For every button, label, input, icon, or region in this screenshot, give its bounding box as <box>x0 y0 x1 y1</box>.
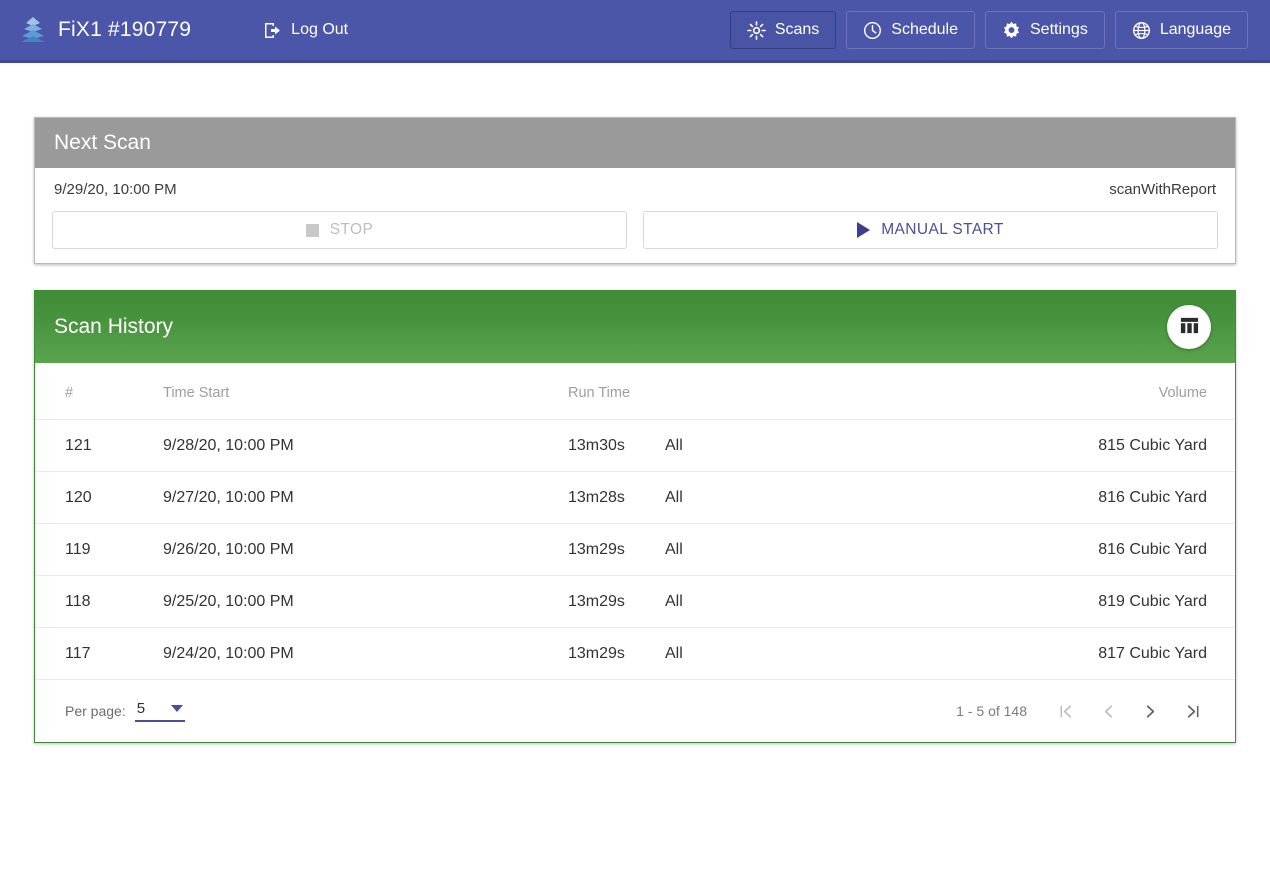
cell-time-start: 9/25/20, 10:00 PM <box>163 575 568 628</box>
nav-button-settings[interactable]: Settings <box>985 11 1105 49</box>
per-page-value: 5 <box>136 700 146 717</box>
scan-history-card: Scan History # Time Start Run Time Volum… <box>34 290 1236 743</box>
previous-page-button[interactable] <box>1089 692 1127 730</box>
top-app-bar: FiX1 #190779 Log Out Scans Schedule Sett… <box>0 0 1270 63</box>
nav-button-scans[interactable]: Scans <box>729 11 837 49</box>
next-page-button[interactable] <box>1131 692 1169 730</box>
next-scan-type: scanWithReport <box>1109 181 1216 198</box>
nav-label-language: Language <box>1159 21 1231 38</box>
next-page-icon <box>1142 703 1159 720</box>
cell-time-start: 9/28/20, 10:00 PM <box>163 419 568 472</box>
stop-square-icon <box>305 223 319 237</box>
scan-history-header: Scan History <box>35 291 1235 363</box>
table-header-row: # Time Start Run Time Volume <box>35 363 1235 420</box>
logout-label: Log Out <box>291 21 349 38</box>
globe-icon <box>1132 21 1151 40</box>
nav-label-settings: Settings <box>1030 21 1088 38</box>
brand: FiX1 #190779 <box>20 16 191 44</box>
columns-settings-button[interactable] <box>1167 305 1211 349</box>
prev-page-icon <box>1100 703 1117 720</box>
table-columns-icon <box>1179 315 1200 339</box>
cell-scope: All <box>665 419 965 472</box>
per-page-label: Per page: <box>65 703 126 719</box>
page-content: Next Scan 9/29/20, 10:00 PM scanWithRepo… <box>0 117 1270 743</box>
cell-volume: 815 Cubic Yard <box>965 419 1235 472</box>
column-header-scope <box>665 363 965 420</box>
cell-number: 121 <box>35 419 163 472</box>
cell-volume: 817 Cubic Yard <box>965 627 1235 680</box>
cell-scope: All <box>665 627 965 680</box>
next-scan-body: 9/29/20, 10:00 PM scanWithReport STOP MA… <box>35 168 1235 263</box>
cell-volume: 816 Cubic Yard <box>965 471 1235 524</box>
paginator: Per page: 5 1 - 5 of 148 <box>35 680 1235 742</box>
stop-button-label: STOP <box>329 221 374 238</box>
scan-burst-icon <box>746 20 766 40</box>
per-page-control: Per page: 5 <box>65 700 186 722</box>
table-row[interactable]: 121 9/28/20, 10:00 PM 13m30s All 815 Cub… <box>35 419 1235 472</box>
logout-icon <box>263 21 282 40</box>
first-page-icon <box>1058 703 1075 720</box>
cell-number: 117 <box>35 627 163 680</box>
manual-start-button-label: MANUAL START <box>881 221 1004 238</box>
nav-label-schedule: Schedule <box>891 21 958 38</box>
table-row[interactable]: 117 9/24/20, 10:00 PM 13m29s All 817 Cub… <box>35 627 1235 680</box>
stop-button[interactable]: STOP <box>52 211 627 249</box>
chevron-down-icon <box>171 705 184 712</box>
table-row[interactable]: 118 9/25/20, 10:00 PM 13m29s All 819 Cub… <box>35 575 1235 628</box>
cell-run-time: 13m29s <box>568 575 665 628</box>
nav-button-schedule[interactable]: Schedule <box>846 11 975 49</box>
cell-time-start: 9/24/20, 10:00 PM <box>163 627 568 680</box>
table-row[interactable]: 120 9/27/20, 10:00 PM 13m28s All 816 Cub… <box>35 471 1235 524</box>
cell-scope: All <box>665 575 965 628</box>
next-scan-datetime: 9/29/20, 10:00 PM <box>54 181 177 198</box>
scan-history-table: # Time Start Run Time Volume 121 9/28/20… <box>35 363 1235 680</box>
main-navigation: Scans Schedule Settings Language <box>729 11 1248 49</box>
next-scan-card: Next Scan 9/29/20, 10:00 PM scanWithRepo… <box>34 117 1236 264</box>
clock-icon <box>863 21 882 40</box>
last-page-icon <box>1184 703 1201 720</box>
cell-number: 118 <box>35 575 163 628</box>
cell-volume: 816 Cubic Yard <box>965 523 1235 576</box>
table-row[interactable]: 119 9/26/20, 10:00 PM 13m29s All 816 Cub… <box>35 523 1235 576</box>
cell-run-time: 13m29s <box>568 627 665 680</box>
next-scan-title: Next Scan <box>54 131 151 154</box>
cell-time-start: 9/26/20, 10:00 PM <box>163 523 568 576</box>
cell-scope: All <box>665 523 965 576</box>
scan-history-title: Scan History <box>54 315 174 338</box>
column-header-run-time: Run Time <box>568 363 665 420</box>
scan-history-body: # Time Start Run Time Volume 121 9/28/20… <box>35 363 1235 742</box>
nav-label-scans: Scans <box>774 21 820 38</box>
cell-number: 119 <box>35 523 163 576</box>
column-header-number: # <box>35 363 163 420</box>
next-scan-info-row: 9/29/20, 10:00 PM scanWithReport <box>52 180 1218 198</box>
manual-start-button[interactable]: MANUAL START <box>643 211 1218 249</box>
cell-run-time: 13m28s <box>568 471 665 524</box>
stacked-layers-logo-icon <box>20 16 46 44</box>
table-body: 121 9/28/20, 10:00 PM 13m30s All 815 Cub… <box>35 419 1235 680</box>
column-header-time-start: Time Start <box>163 363 568 420</box>
next-scan-header: Next Scan <box>35 118 1235 168</box>
page-title: FiX1 #190779 <box>58 18 192 41</box>
cell-scope: All <box>665 471 965 524</box>
gear-icon <box>1002 21 1021 40</box>
last-page-button[interactable] <box>1173 692 1211 730</box>
logout-button[interactable]: Log Out <box>263 21 348 40</box>
play-triangle-icon <box>857 222 871 238</box>
nav-button-language[interactable]: Language <box>1114 11 1248 49</box>
next-scan-actions: STOP MANUAL START <box>52 211 1218 249</box>
pagination-range-label: 1 - 5 of 148 <box>956 703 1027 719</box>
per-page-select[interactable]: 5 <box>134 700 186 722</box>
cell-run-time: 13m30s <box>568 419 665 472</box>
cell-run-time: 13m29s <box>568 523 665 576</box>
cell-number: 120 <box>35 471 163 524</box>
column-header-volume: Volume <box>965 363 1235 420</box>
pagination-controls: 1 - 5 of 148 <box>956 692 1211 730</box>
first-page-button[interactable] <box>1047 692 1085 730</box>
cell-volume: 819 Cubic Yard <box>965 575 1235 628</box>
cell-time-start: 9/27/20, 10:00 PM <box>163 471 568 524</box>
